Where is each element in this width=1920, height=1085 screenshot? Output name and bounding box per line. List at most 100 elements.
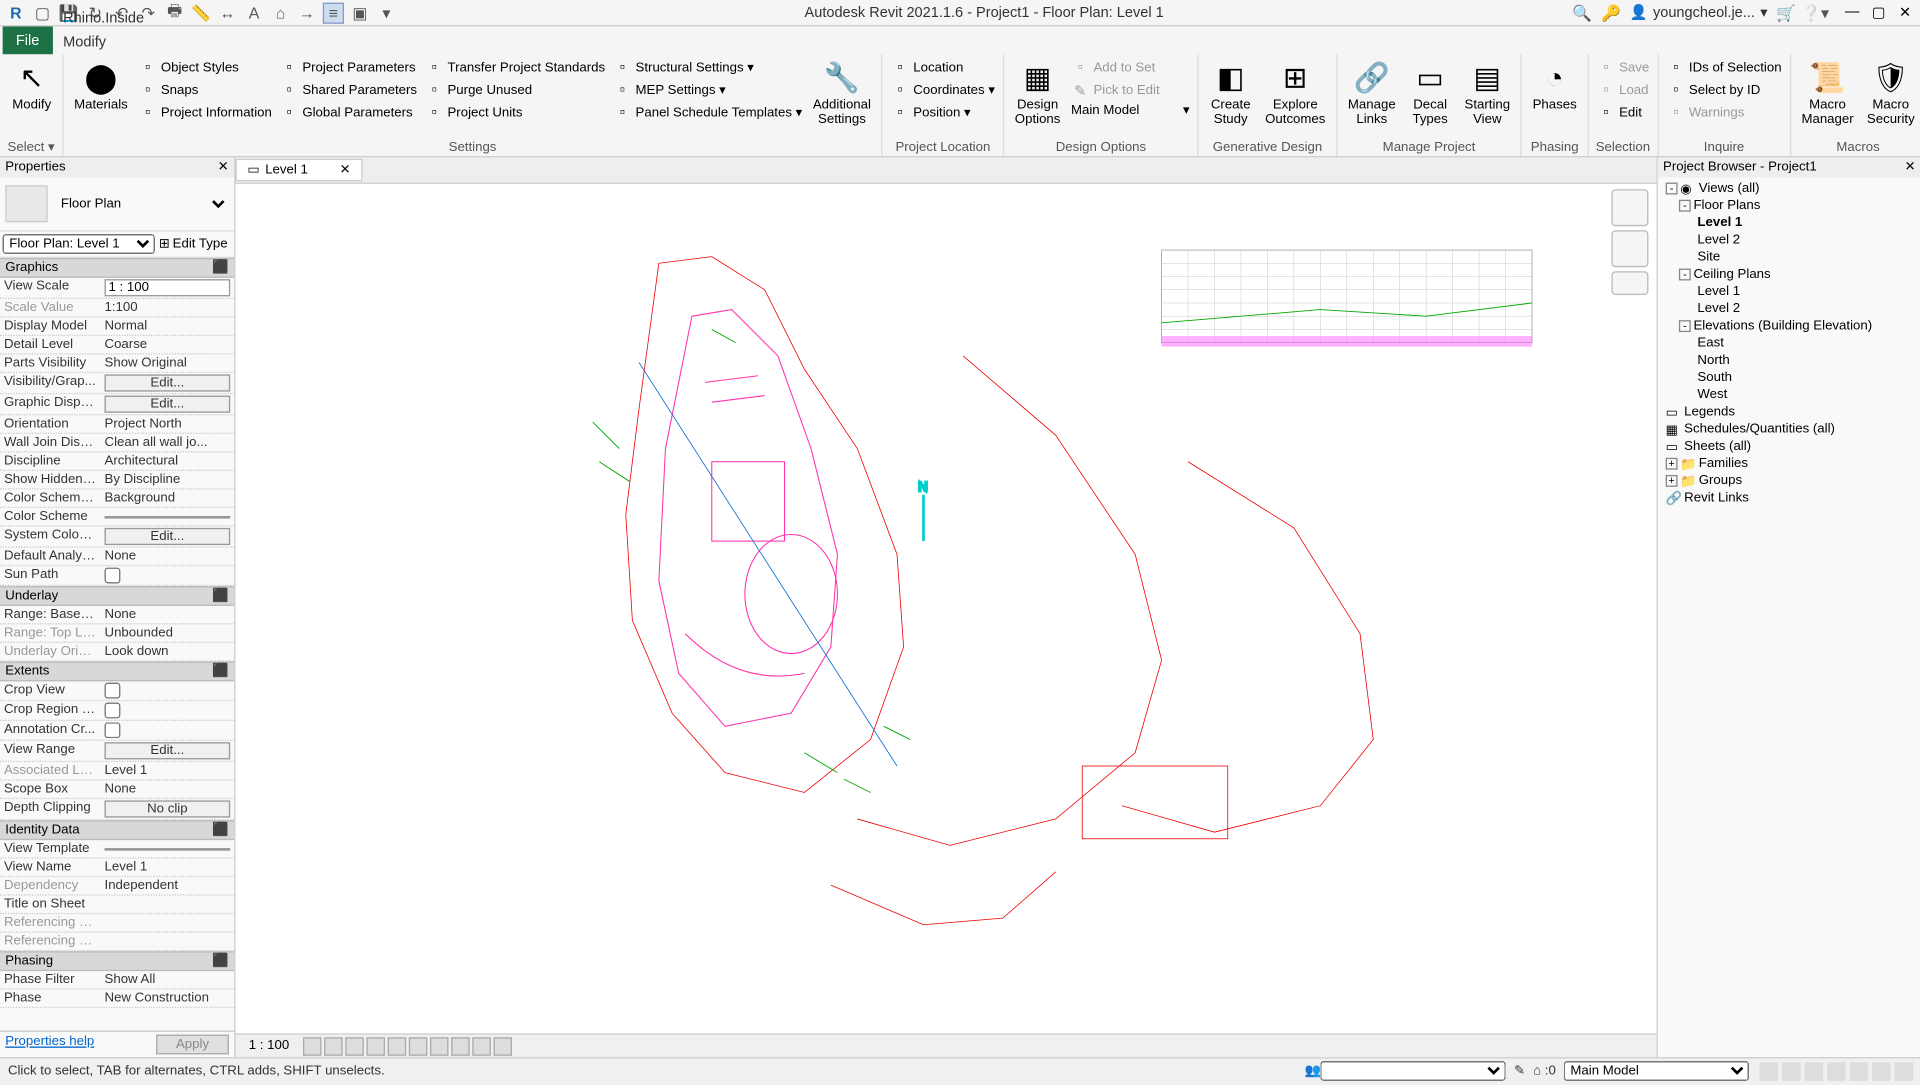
tree-item-revit-links[interactable]: 🔗Revit Links — [1660, 490, 1918, 507]
tree-item-west[interactable]: West — [1660, 386, 1918, 403]
tree-item-views-all-[interactable]: -◉Views (all) — [1660, 180, 1918, 197]
prop-edit-button[interactable] — [105, 515, 231, 518]
tree-item-schedules-quantities-all-[interactable]: ▦Schedules/Quantities (all) — [1660, 421, 1918, 438]
tree-item-sheets-all-[interactable]: ▭Sheets (all) — [1660, 438, 1918, 455]
select-links-icon[interactable] — [1760, 1062, 1779, 1081]
settings-panel-schedule-templates[interactable]: ▫Panel Schedule Templates ▾ — [610, 102, 805, 123]
prop-edit-button[interactable]: Edit... — [105, 374, 231, 391]
3d-icon[interactable]: ⌂ — [270, 2, 291, 23]
file-tab[interactable]: File — [3, 26, 53, 54]
settings-project-units[interactable]: ▫Project Units — [422, 102, 607, 123]
editable-only-icon[interactable]: ✎ — [1514, 1064, 1525, 1079]
tree-item-level-1[interactable]: Level 1 — [1660, 283, 1918, 300]
user-menu[interactable]: 👤youngcheol.je...▾ — [1630, 4, 1768, 21]
settings-global-parameters[interactable]: ▫Global Parameters — [277, 102, 420, 123]
workset-dropdown[interactable] — [1321, 1061, 1506, 1081]
settings-project-information[interactable]: ▫Project Information — [136, 102, 275, 123]
tree-toggle-icon[interactable]: + — [1666, 475, 1678, 487]
sun-path-icon[interactable] — [345, 1037, 364, 1056]
main-model-dropdown[interactable]: Main Model▾ — [1068, 102, 1192, 119]
design-options-button[interactable]: ▦ Design Options — [1010, 57, 1066, 130]
tree-toggle-icon[interactable]: - — [1679, 269, 1691, 281]
prop-edit-button[interactable]: Edit... — [105, 528, 231, 545]
location-location[interactable]: ▫Location — [888, 57, 997, 78]
settings-shared-parameters[interactable]: ▫Shared Parameters — [277, 79, 420, 100]
select-underlay-icon[interactable] — [1782, 1062, 1801, 1081]
materials-button[interactable]: ⬤ Materials — [69, 57, 133, 115]
tree-item-south[interactable]: South — [1660, 369, 1918, 386]
prop-edit-button[interactable]: Edit... — [105, 396, 231, 413]
inquire-select-by-id[interactable]: ▫Select by ID — [1664, 79, 1784, 100]
visual-style-icon[interactable] — [324, 1037, 343, 1056]
tree-item-east[interactable]: East — [1660, 335, 1918, 352]
tree-item-legends[interactable]: ▭Legends — [1660, 404, 1918, 421]
minimize-button[interactable]: — — [1842, 4, 1863, 21]
settings-transfer-project-standards[interactable]: ▫Transfer Project Standards — [422, 57, 607, 78]
settings-object-styles[interactable]: ▫Object Styles — [136, 57, 275, 78]
prop-edit-button[interactable] — [105, 847, 231, 850]
prop-checkbox[interactable] — [105, 722, 121, 738]
crop-region-icon[interactable] — [429, 1037, 448, 1056]
modify-button[interactable]: ↖ Modify — [5, 57, 58, 115]
tree-toggle-icon[interactable]: - — [1666, 183, 1678, 195]
drawing-canvas[interactable]: N — [235, 184, 1656, 1033]
design-option-dropdown[interactable]: Main Model — [1564, 1061, 1749, 1081]
additional-settings-button[interactable]: 🔧 Additional Settings — [808, 57, 877, 130]
settings-snaps[interactable]: ▫Snaps — [136, 79, 275, 100]
temp-hide-icon[interactable] — [472, 1037, 491, 1056]
ribbon-tab-jp-[interactable]: JP建築 — [53, 0, 237, 7]
phases-button[interactable]: ◔Phases — [1527, 57, 1582, 115]
macro-manager-button[interactable]: 📜Macro Manager — [1796, 57, 1859, 130]
pan-button[interactable] — [1611, 271, 1648, 295]
tree-item-level-2[interactable]: Level 2 — [1660, 300, 1918, 317]
tree-item-ceiling-plans[interactable]: -Ceiling Plans — [1660, 266, 1918, 283]
drag-elements-icon[interactable] — [1850, 1062, 1869, 1081]
prop-checkbox[interactable] — [105, 703, 121, 719]
prop-input[interactable] — [105, 279, 231, 296]
prop-checkbox[interactable] — [105, 683, 121, 699]
prop-edit-button[interactable]: No clip — [105, 800, 231, 817]
close-windows-icon[interactable]: ▣ — [349, 2, 370, 23]
select-pinned-icon[interactable] — [1805, 1062, 1824, 1081]
thin-lines-icon[interactable]: ≡ — [323, 2, 344, 23]
prop-checkbox[interactable] — [105, 568, 121, 584]
help-icon[interactable]: ❔▾ — [1805, 2, 1826, 23]
location-position[interactable]: ▫Position ▾ — [888, 102, 997, 123]
starting-view-button[interactable]: ▤Starting View — [1459, 57, 1515, 130]
tree-toggle-icon[interactable]: - — [1679, 320, 1691, 332]
tree-item-elevations-building-elevation-[interactable]: -Elevations (Building Elevation) — [1660, 318, 1918, 335]
tree-item-level-1[interactable]: Level 1 — [1660, 214, 1918, 231]
select-face-icon[interactable] — [1827, 1062, 1846, 1081]
crop-icon[interactable] — [408, 1037, 427, 1056]
close-button[interactable]: ✕ — [1895, 4, 1916, 21]
maximize-button[interactable]: ▢ — [1868, 4, 1889, 21]
reveal-hidden-icon[interactable] — [493, 1037, 512, 1056]
shadows-icon[interactable] — [366, 1037, 385, 1056]
rendering-icon[interactable] — [387, 1037, 406, 1056]
home-view-button[interactable] — [1611, 189, 1648, 226]
close-tab-icon[interactable]: ✕ — [340, 163, 351, 178]
macro-security-button[interactable]: 🛡Macro Security — [1862, 57, 1920, 130]
close-panel-icon[interactable]: ✕ — [218, 160, 229, 175]
inquire-ids-of-selection[interactable]: ▫IDs of Selection — [1664, 57, 1784, 78]
instance-dropdown[interactable]: Floor Plan: Level 1 — [3, 234, 155, 254]
cart-icon[interactable]: 🛒 — [1775, 2, 1796, 23]
tree-item-site[interactable]: Site — [1660, 249, 1918, 266]
close-browser-icon[interactable]: ✕ — [1905, 160, 1916, 175]
settings-mep-settings[interactable]: ▫MEP Settings ▾ — [610, 79, 805, 100]
settings-purge-unused[interactable]: ▫Purge Unused — [422, 79, 607, 100]
manage-links-button[interactable]: 🔗Manage Links — [1343, 57, 1401, 130]
nav-wheel-button[interactable] — [1611, 230, 1648, 267]
tree-item-floor-plans[interactable]: -Floor Plans — [1660, 197, 1918, 214]
worksets-icon[interactable]: 👥 — [1304, 1064, 1320, 1079]
lock-3d-icon[interactable] — [451, 1037, 470, 1056]
view-tab-level1[interactable]: ▭ Level 1 ✕ — [235, 159, 362, 181]
properties-help-link[interactable]: Properties help — [5, 1035, 94, 1055]
detail-level-icon[interactable] — [302, 1037, 321, 1056]
decal-types-button[interactable]: ▭Decal Types — [1404, 57, 1457, 130]
view-scale[interactable]: 1 : 100 — [243, 1039, 294, 1054]
settings-project-parameters[interactable]: ▫Project Parameters — [277, 57, 420, 78]
selection-edit[interactable]: ▫Edit — [1594, 102, 1652, 123]
search-icon[interactable]: 🔍 — [1571, 2, 1592, 23]
ribbon-tab-modify[interactable]: Modify — [53, 30, 237, 54]
